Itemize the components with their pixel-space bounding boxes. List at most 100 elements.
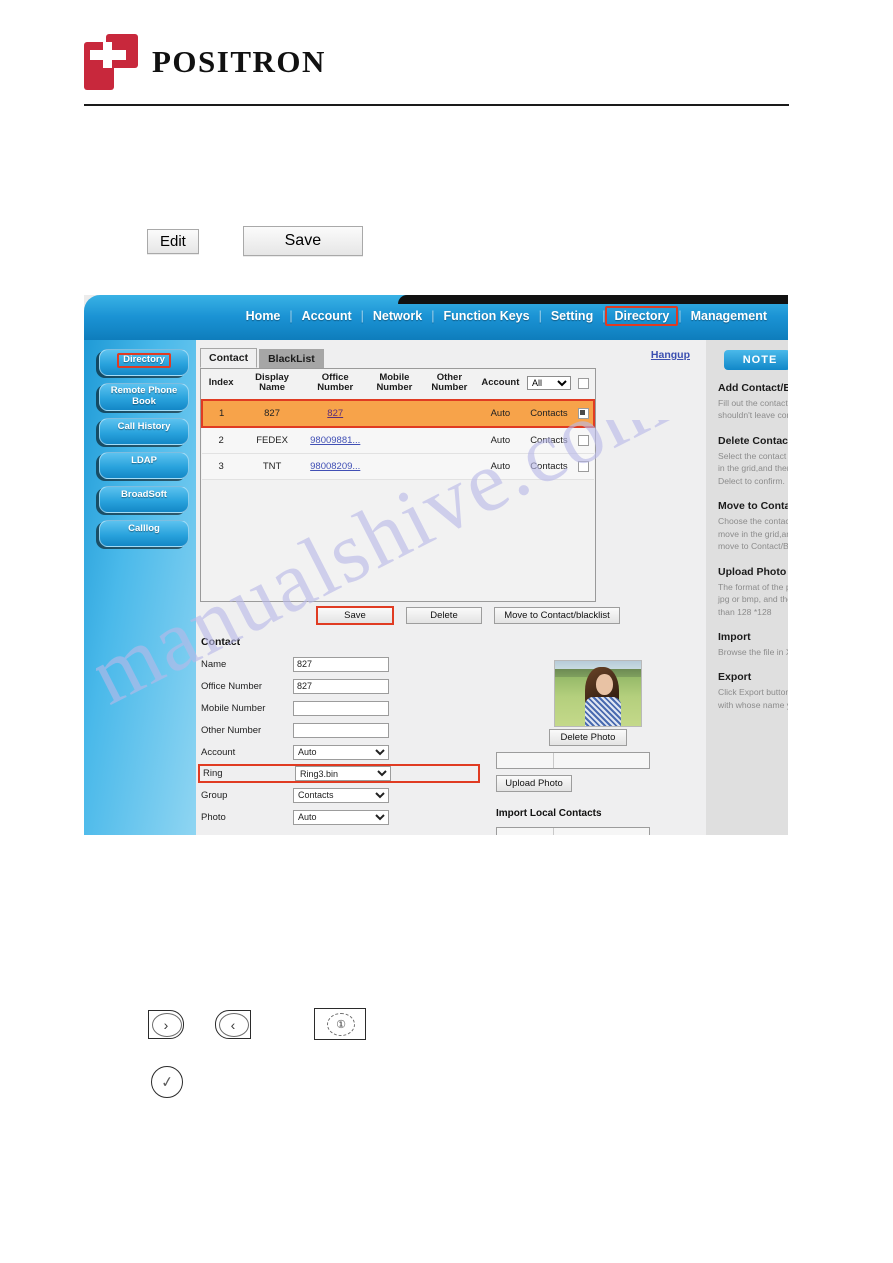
delete-photo-button[interactable]: Delete Photo	[549, 729, 627, 746]
group-filter-cell: All	[524, 369, 574, 400]
tab-blacklist[interactable]: BlackList	[259, 349, 324, 368]
column-header-account: Account	[476, 369, 525, 400]
upload-photo-file-input[interactable]	[496, 752, 650, 769]
mobile-number-input[interactable]	[293, 700, 389, 716]
nav-item-home[interactable]: Home	[237, 307, 290, 325]
cell-checkbox	[573, 398, 596, 428]
office-number-link[interactable]: 827	[327, 408, 343, 419]
form-row-name: Name	[201, 654, 481, 674]
other-number-input[interactable]	[293, 722, 389, 738]
grid-delete-button[interactable]: Delete	[406, 607, 482, 624]
cell-display-name: FEDEX	[240, 426, 304, 454]
nav-item-setting[interactable]: Setting	[542, 307, 602, 325]
cell-group: Contacts	[524, 453, 574, 480]
note-body-move-to-contact: Choose the contacts you want to move in …	[718, 516, 788, 552]
table-header-row: Index Display Name Office Number Mobile …	[202, 369, 594, 400]
label-photo: Photo	[201, 811, 226, 823]
office-number-link[interactable]: 98008209...	[310, 461, 360, 472]
nav-item-directory[interactable]: Directory	[605, 306, 679, 326]
cell-office-number: 827	[303, 398, 367, 428]
select-all-checkbox[interactable]	[578, 377, 590, 389]
label-mobile-number: Mobile Number	[201, 702, 266, 714]
group-filter-select[interactable]: All	[526, 376, 571, 391]
note-panel: NOTE Add Contact/Blacklist Fill out the …	[706, 340, 788, 835]
sidebar-item-label: Directory	[117, 353, 171, 368]
save-button[interactable]: Save	[242, 226, 363, 256]
nav-separator: |	[602, 309, 606, 323]
nav-item-function-keys[interactable]: Function Keys	[434, 307, 538, 325]
ok-key-glyph: ✓	[159, 1073, 175, 1092]
cell-checkbox	[573, 453, 594, 480]
hangup-link[interactable]: Hangup	[651, 349, 690, 361]
sidebar-item-broadsoft[interactable]: BroadSoft	[99, 485, 189, 513]
sidebar-item-list: Directory Remote Phone Book Call History…	[99, 349, 189, 554]
group-select[interactable]: Contacts	[293, 787, 389, 803]
office-number-input[interactable]	[293, 678, 389, 694]
note-panel-inner: NOTE Add Contact/Blacklist Fill out the …	[706, 340, 788, 835]
note-section-list: Add Contact/Blacklist Fill out the conta…	[718, 382, 788, 711]
table-row[interactable]: 1 827 827 Auto Contacts	[200, 398, 596, 428]
cell-office-number: 98008209...	[303, 453, 367, 480]
embedded-web-ui-screenshot: Home | Account | Network | Function Keys…	[84, 295, 788, 835]
note-body-add-contact: Fill out the contact information User sh…	[718, 398, 788, 421]
row-checkbox[interactable]	[578, 434, 590, 446]
note-heading-add-contact: Add Contact/Blacklist	[718, 382, 788, 394]
header-divider	[84, 104, 789, 106]
form-row-other-number: Other Number	[201, 720, 481, 740]
column-header-mobile-number: Mobile Number	[366, 369, 423, 400]
grid-save-button[interactable]: Save	[316, 606, 394, 625]
nav-item-network[interactable]: Network	[364, 307, 431, 325]
name-input[interactable]	[293, 656, 389, 672]
photo-select[interactable]: Auto	[293, 809, 389, 825]
import-file-row	[496, 827, 696, 835]
note-heading-export: Export	[718, 671, 752, 684]
nav-left-key-icon: ‹	[215, 1010, 251, 1039]
office-number-link[interactable]: 98009881...	[310, 435, 360, 446]
note-heading-move-to-contact: Move to Contact/blacklist	[718, 500, 788, 513]
sidebar-item-directory[interactable]: Directory	[99, 349, 189, 376]
nav-separator: |	[431, 309, 435, 323]
edit-button[interactable]: Edit	[147, 228, 199, 254]
cell-account: Auto	[476, 426, 525, 454]
sidebar-item-ldap[interactable]: LDAP	[99, 451, 189, 479]
page-header: POSITRON	[84, 34, 789, 106]
ring-select[interactable]: Ring3.bin	[295, 766, 391, 781]
nav-item-account[interactable]: Account	[293, 307, 361, 325]
row-checkbox[interactable]	[577, 407, 589, 419]
row-checkbox[interactable]	[578, 460, 590, 472]
upload-photo-button[interactable]: Upload Photo	[496, 775, 572, 792]
sidebar-item-call-history[interactable]: Call History	[99, 417, 189, 445]
form-row-mobile-number: Mobile Number	[201, 698, 481, 718]
cell-checkbox	[573, 426, 594, 454]
note-heading-upload-photo: Upload Photo	[718, 565, 787, 578]
column-header-office-number: Office Number	[303, 369, 367, 400]
sidebar-item-remote-phone-book[interactable]: Remote Phone Book	[99, 383, 189, 411]
form-row-account: Account Auto	[201, 742, 481, 762]
account-select[interactable]: Auto	[293, 744, 389, 760]
nav-right-glyph: ›	[163, 1016, 169, 1033]
nav-separator: |	[360, 309, 364, 323]
form-row-photo: Photo Auto	[201, 807, 481, 827]
nav-item-list: Home | Account | Network | Function Keys…	[237, 306, 776, 326]
form-row-office-number: Office Number	[201, 676, 481, 696]
cell-mobile-number	[366, 398, 423, 428]
form-row-group: Group Contacts	[201, 785, 481, 805]
cell-account: Auto	[476, 453, 525, 480]
ok-key-icon: ✓	[151, 1066, 183, 1098]
grid-move-button[interactable]: Move to Contact/blacklist	[494, 607, 620, 624]
cell-display-name: TNT	[240, 453, 304, 480]
cell-mobile-number	[366, 426, 423, 454]
cell-group: Contacts	[524, 426, 574, 454]
top-button-row: Edit Save	[147, 226, 363, 256]
table-row[interactable]: 2 FEDEX 98009881... Auto Contacts	[202, 426, 594, 454]
import-file-input[interactable]	[496, 827, 650, 835]
sidebar-item-calllog[interactable]: Calllog	[99, 519, 189, 547]
contact-form-title: Contact	[201, 636, 241, 648]
upload-photo-file-row	[496, 752, 696, 769]
cell-index: 3	[202, 453, 241, 480]
cell-account: Auto	[476, 398, 525, 428]
cell-office-number: 98009881...	[303, 426, 367, 454]
nav-item-management[interactable]: Management	[682, 307, 776, 325]
table-row[interactable]: 3 TNT 98008209... Auto Contacts	[202, 453, 594, 480]
tab-contact[interactable]: Contact	[200, 348, 258, 368]
